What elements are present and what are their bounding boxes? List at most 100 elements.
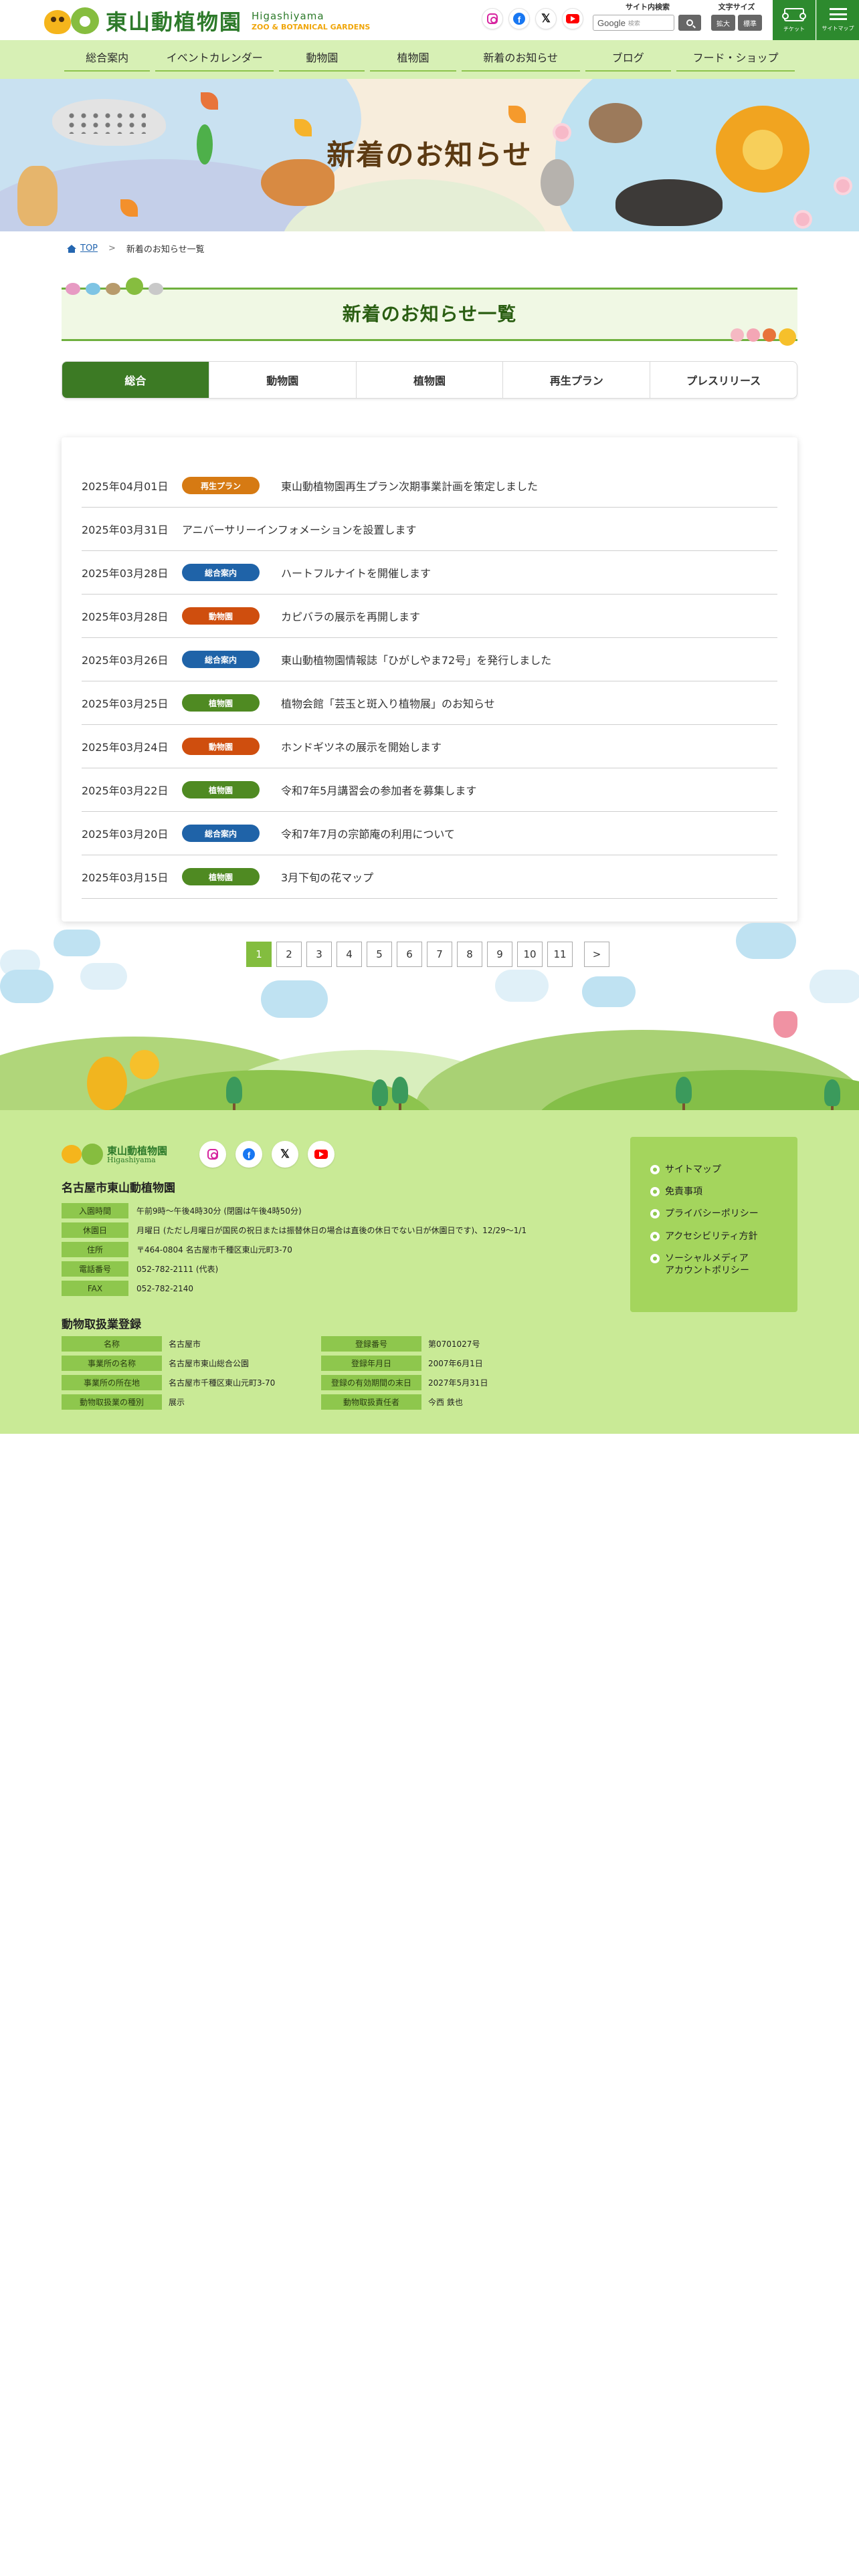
facebook-icon[interactable]: f xyxy=(235,1141,262,1168)
tab-1[interactable]: 動物園 xyxy=(208,362,356,398)
leaf-icon xyxy=(508,106,526,123)
registration-value: 第0701027号 xyxy=(428,1339,480,1349)
ticket-label: チケット xyxy=(783,25,805,32)
footer-link-4[interactable]: ソーシャルメディア アカウントポリシー xyxy=(650,1253,797,1277)
category-tabs: 総合 動物園 植物園 再生プラン プレスリリース xyxy=(62,361,797,399)
nav-item-blog[interactable]: ブログ xyxy=(583,49,674,72)
nav-item-news[interactable]: 新着のお知らせ xyxy=(459,49,583,72)
nav-item-botanical[interactable]: 植物園 xyxy=(367,49,458,72)
news-title-link[interactable]: 令和7年5月講習会の参加者を募集します xyxy=(281,782,777,798)
news-title-link[interactable]: 令和7年7月の宗節庵の利用について xyxy=(281,825,777,841)
tab-0[interactable]: 総合 xyxy=(62,362,209,398)
page-2-button[interactable]: 2 xyxy=(276,942,302,967)
news-date: 2025年03月31日 xyxy=(82,524,169,536)
news-item[interactable]: 2025年03月28日 動物園 カピバラの展示を再開します xyxy=(82,595,777,638)
news-item[interactable]: 2025年04月01日 再生プラン 東山動植物園再生プラン次期事業計画を策定しました xyxy=(82,464,777,508)
info-value: 〒464-0804 名古屋市千種区東山元町3-70 xyxy=(136,1245,292,1255)
tree-icon xyxy=(676,1077,692,1110)
footer-link-2[interactable]: プライバシーポリシー xyxy=(650,1208,797,1220)
footer-link-1[interactable]: 免責事項 xyxy=(650,1186,797,1198)
menu-button[interactable]: サイトマップ xyxy=(816,0,859,40)
serval-illustration xyxy=(17,166,58,226)
youtube-icon[interactable] xyxy=(308,1141,335,1168)
footer-link-label: プライバシーポリシー xyxy=(665,1208,759,1220)
facility-info-table: 入園時間 午前9時～午後4時30分 (閉園は午後4時50分) 休園日 月曜日 (ただし… xyxy=(62,1201,527,1298)
page-1-button[interactable]: 1 xyxy=(246,942,272,967)
info-key: 電話番号 xyxy=(62,1261,128,1277)
page-7-button[interactable]: 7 xyxy=(427,942,452,967)
instagram-icon[interactable] xyxy=(482,8,503,29)
news-item[interactable]: 2025年03月26日 総合案内 東山動植物園情報誌「ひがしやま72号」を発行しまし… xyxy=(82,638,777,681)
tree-icon xyxy=(392,1077,408,1110)
registration-key: 動物取扱責任者 xyxy=(321,1394,421,1410)
page-11-button[interactable]: 11 xyxy=(547,942,573,967)
tree-icon xyxy=(226,1077,242,1110)
logo-mark-icon xyxy=(62,1144,103,1166)
nav-item-food-shop[interactable]: フード・ショップ xyxy=(674,49,797,72)
news-title-link[interactable]: ハートフルナイトを開催します xyxy=(281,564,777,580)
footer-link-3[interactable]: アクセシビリティ方針 xyxy=(650,1230,797,1243)
page-6-button[interactable]: 6 xyxy=(397,942,422,967)
registration-key: 登録番号 xyxy=(321,1336,421,1352)
news-title-link[interactable]: 植物会館「芸玉と斑入り植物展」のお知らせ xyxy=(281,695,777,711)
news-title-link[interactable]: 3月下旬の花マップ xyxy=(281,869,777,885)
news-item[interactable]: 2025年03月31日 アニバーサリーインフォメーションを設置します xyxy=(82,508,777,551)
news-item[interactable]: 2025年03月28日 総合案内 ハートフルナイトを開催します xyxy=(82,551,777,595)
news-title-link[interactable]: ホンドギツネの展示を開始します xyxy=(281,738,777,754)
page-8-button[interactable]: 8 xyxy=(457,942,482,967)
news-item[interactable]: 2025年03月24日 動物園 ホンドギツネの展示を開始します xyxy=(82,725,777,768)
site-logo[interactable]: 東山動植物園 Higashiyama ZOO & BOTANICAL GARDE… xyxy=(44,5,370,36)
search-input[interactable]: Google 検索 xyxy=(593,15,674,31)
news-date: 2025年03月22日 xyxy=(82,784,169,797)
news-date: 2025年03月25日 xyxy=(82,697,169,710)
tab-4[interactable]: プレスリリース xyxy=(650,362,797,398)
instagram-icon[interactable] xyxy=(199,1141,226,1168)
nav-item-guide[interactable]: 総合案内 xyxy=(62,49,153,72)
pagination: 1 2 3 4 5 6 7 8 9 10 11 > xyxy=(246,942,609,967)
tab-3[interactable]: 再生プラン xyxy=(502,362,650,398)
header-sns: f 𝕏 xyxy=(482,8,583,29)
breadcrumb-separator: > xyxy=(108,243,116,253)
registration-value: 2027年5月31日 xyxy=(428,1378,488,1388)
animals-decoration xyxy=(66,278,163,295)
breadcrumb-home-link[interactable]: TOP xyxy=(80,243,98,253)
news-item[interactable]: 2025年03月22日 植物園 令和7年5月講習会の参加者を募集します xyxy=(82,768,777,812)
news-title-link[interactable]: 東山動植物園再生プラン次期事業計画を策定しました xyxy=(281,477,777,494)
bullet-icon xyxy=(650,1231,660,1241)
page-10-button[interactable]: 10 xyxy=(517,942,543,967)
info-value: 052-782-2140 xyxy=(136,1283,194,1293)
footer-link-label: 免責事項 xyxy=(665,1186,702,1198)
tab-2[interactable]: 植物園 xyxy=(355,362,503,398)
page-5-button[interactable]: 5 xyxy=(367,942,392,967)
nav-item-event-calendar[interactable]: イベントカレンダー xyxy=(153,49,276,72)
x-icon[interactable]: 𝕏 xyxy=(272,1141,298,1168)
footer-link-0[interactable]: サイトマップ xyxy=(650,1164,797,1176)
x-icon[interactable]: 𝕏 xyxy=(535,8,557,29)
footer-link-label: ソーシャルメディア アカウントポリシー xyxy=(665,1253,749,1276)
youtube-icon[interactable] xyxy=(562,8,583,29)
next-page-button[interactable]: > xyxy=(584,942,609,967)
news-title-link[interactable]: アニバーサリーインフォメーションを設置します xyxy=(182,521,777,537)
news-item[interactable]: 2025年03月15日 植物園 3月下旬の花マップ xyxy=(82,855,777,899)
page-3-button[interactable]: 3 xyxy=(306,942,332,967)
ticket-button[interactable]: チケット xyxy=(773,0,816,40)
fontsize-normal-button[interactable]: 標準 xyxy=(738,15,762,31)
page-9-button[interactable]: 9 xyxy=(487,942,512,967)
search-label: サイト内検索 xyxy=(626,3,670,11)
info-value: 052-782-2111 (代表) xyxy=(136,1265,219,1274)
footer-logo-en: Higashiyama xyxy=(107,1156,156,1165)
news-item[interactable]: 2025年03月25日 植物園 植物会館「芸玉と斑入り植物展」のお知らせ xyxy=(82,681,777,725)
news-title-link[interactable]: カピバラの展示を再開します xyxy=(281,608,777,624)
news-item[interactable]: 2025年03月20日 総合案内 令和7年7月の宗節庵の利用について xyxy=(82,812,777,855)
home-icon xyxy=(67,244,76,253)
footer-logo[interactable]: 東山動植物園 Higashiyama xyxy=(62,1144,167,1166)
news-title-link[interactable]: 東山動植物園情報誌「ひがしやま72号」を発行しました xyxy=(281,651,777,667)
page-4-button[interactable]: 4 xyxy=(337,942,362,967)
flower-icon xyxy=(796,213,809,226)
registration-value: 2007年6月1日 xyxy=(428,1359,483,1368)
search-button[interactable] xyxy=(678,15,701,31)
fontsize-large-button[interactable]: 拡大 xyxy=(711,15,735,31)
facebook-icon[interactable]: f xyxy=(508,8,530,29)
nav-item-zoo[interactable]: 動物園 xyxy=(276,49,367,72)
site-header: 東山動植物園 Higashiyama ZOO & BOTANICAL GARDE… xyxy=(0,0,859,40)
